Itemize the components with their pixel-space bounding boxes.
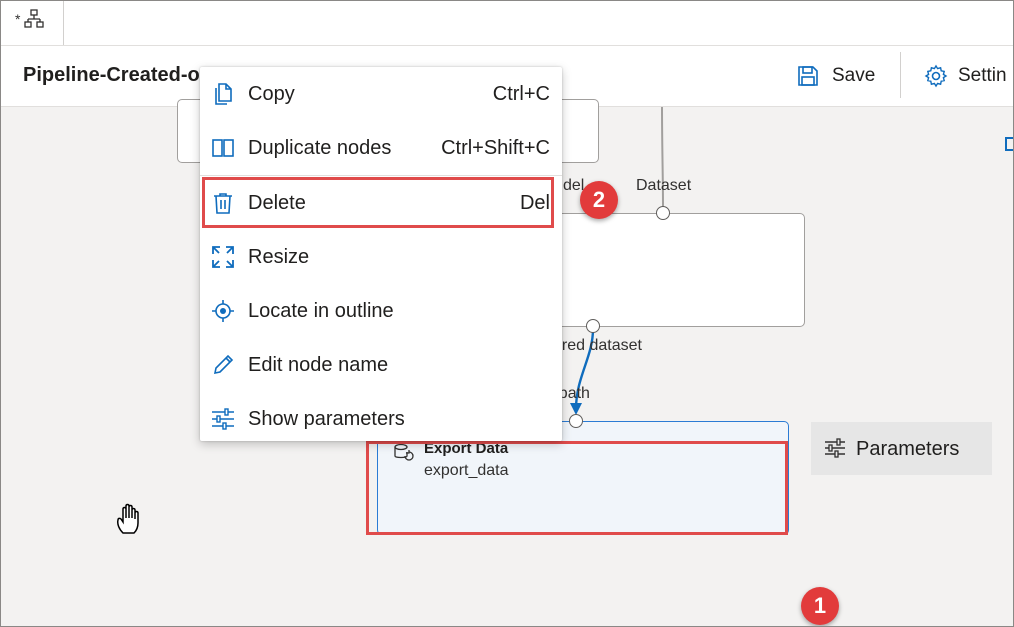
menu-item-shortcut: Ctrl+C [492,83,550,105]
parameters-label: Parameters [856,438,960,460]
step-badge-2: 2 [580,181,618,219]
settings-label: Settin [958,65,1007,86]
menu-item-label: Edit node name [248,354,389,376]
menu-item-duplicate-nodes[interactable]: Duplicate nodes Ctrl+Shift+C [200,121,562,175]
save-label: Save [832,65,876,86]
app-window: * Pipeline-Created-o Save Settin del Dat… [0,0,1014,627]
save-button[interactable]: Save [796,62,875,90]
menu-item-label: Resize [248,246,310,268]
sliders-icon [825,438,845,458]
duplicate-icon [212,139,234,157]
header-divider [900,52,901,98]
unsaved-marker: * [15,11,21,27]
menu-item-show-parameters[interactable]: Show parameters [200,392,562,446]
pencil-icon [213,354,234,375]
copy-icon [215,83,232,105]
menu-item-copy[interactable]: Copy Ctrl+C [200,67,562,121]
delete-item-highlight [202,177,554,228]
menu-item-edit-node-name[interactable]: Edit node name [200,338,562,392]
menu-item-label: Copy [248,83,295,105]
pipeline-icon [24,9,44,28]
menu-item-locate-in-outline[interactable]: Locate in outline [200,284,562,338]
menu-item-label: Show parameters [248,408,405,430]
locate-icon [212,300,234,322]
pipeline-title[interactable]: Pipeline-Created-o [23,64,200,87]
export-node-highlight [366,441,788,535]
input-port-dataset[interactable] [656,206,670,220]
port-label-scored-dataset: ored dataset [553,337,642,354]
menu-item-shortcut: Ctrl+Shift+C [441,137,550,159]
resize-icon [212,246,234,268]
save-icon [798,66,818,86]
tab-strip: * [1,1,1013,46]
parameters-button[interactable]: Parameters [811,422,992,475]
gear-icon [924,64,948,88]
menu-item-label: Duplicate nodes [248,137,392,159]
port-label-dataset: Dataset [636,177,692,194]
output-port-scored[interactable] [586,319,600,333]
tab-pipeline[interactable]: * [1,1,64,45]
sliders-icon [212,408,234,430]
context-menu: Copy Ctrl+C Duplicate nodes Ctrl+Shift+C… [200,67,562,441]
settings-button[interactable]: Settin [924,62,1007,90]
input-port-export[interactable] [569,414,583,428]
panel-toggle-icon[interactable] [1005,137,1013,151]
menu-item-label: Locate in outline [248,300,394,322]
menu-item-resize[interactable]: Resize [200,230,562,284]
hand-cursor-icon [117,503,139,534]
step-badge-1: 1 [801,587,839,625]
